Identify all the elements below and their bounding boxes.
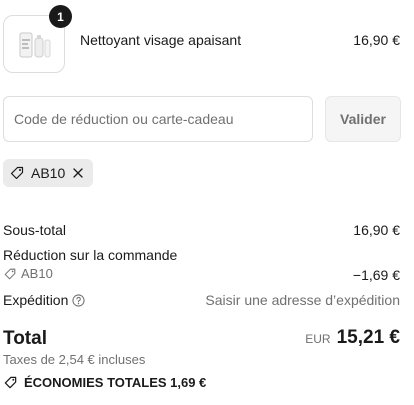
total-amount: 15,21 € — [336, 327, 400, 348]
product-bottle-icon — [19, 32, 51, 58]
discount-code-input[interactable] — [3, 96, 313, 142]
order-discount-code-row: AB10 — [3, 266, 53, 281]
total-savings: ÉCONOMIES TOTALES 1,69 € — [3, 375, 206, 390]
applied-discount-code: AB10 — [31, 165, 66, 181]
total-savings-text: ÉCONOMIES TOTALES 1,69 € — [24, 375, 207, 390]
close-icon[interactable] — [71, 166, 85, 180]
product-price: 16,90 € — [353, 32, 400, 48]
shipping-label-row: Expédition — [3, 292, 85, 308]
order-discount-label: Réduction sur la commande — [3, 247, 178, 263]
product-name: Nettoyant visage apaisant — [80, 32, 242, 48]
taxes-included: Taxes de 2,54 € incluses — [3, 352, 146, 367]
shipping-label: Expédition — [3, 292, 69, 308]
subtotal-value: 16,90 € — [353, 222, 400, 238]
quantity-badge: 1 — [49, 5, 72, 28]
subtotal-label: Sous-total — [3, 222, 67, 238]
total-label: Total — [3, 328, 47, 349]
order-discount-value: −1,69 € — [352, 267, 400, 283]
tag-icon — [9, 165, 25, 181]
applied-discount-tag: AB10 — [3, 159, 94, 187]
order-discount-code: AB10 — [21, 266, 53, 281]
cart-line-item: 1 Nettoyant visage apaisant 16,90 € — [0, 0, 414, 80]
total-currency: EUR — [305, 332, 331, 346]
shipping-value: Saisir une adresse d’expédition — [205, 292, 400, 308]
apply-discount-button[interactable]: Valider — [325, 96, 401, 142]
help-circle-icon[interactable] — [72, 294, 85, 307]
total-value: EUR 15,21 € — [305, 327, 400, 349]
tag-icon — [3, 267, 17, 281]
tag-icon — [3, 375, 18, 390]
